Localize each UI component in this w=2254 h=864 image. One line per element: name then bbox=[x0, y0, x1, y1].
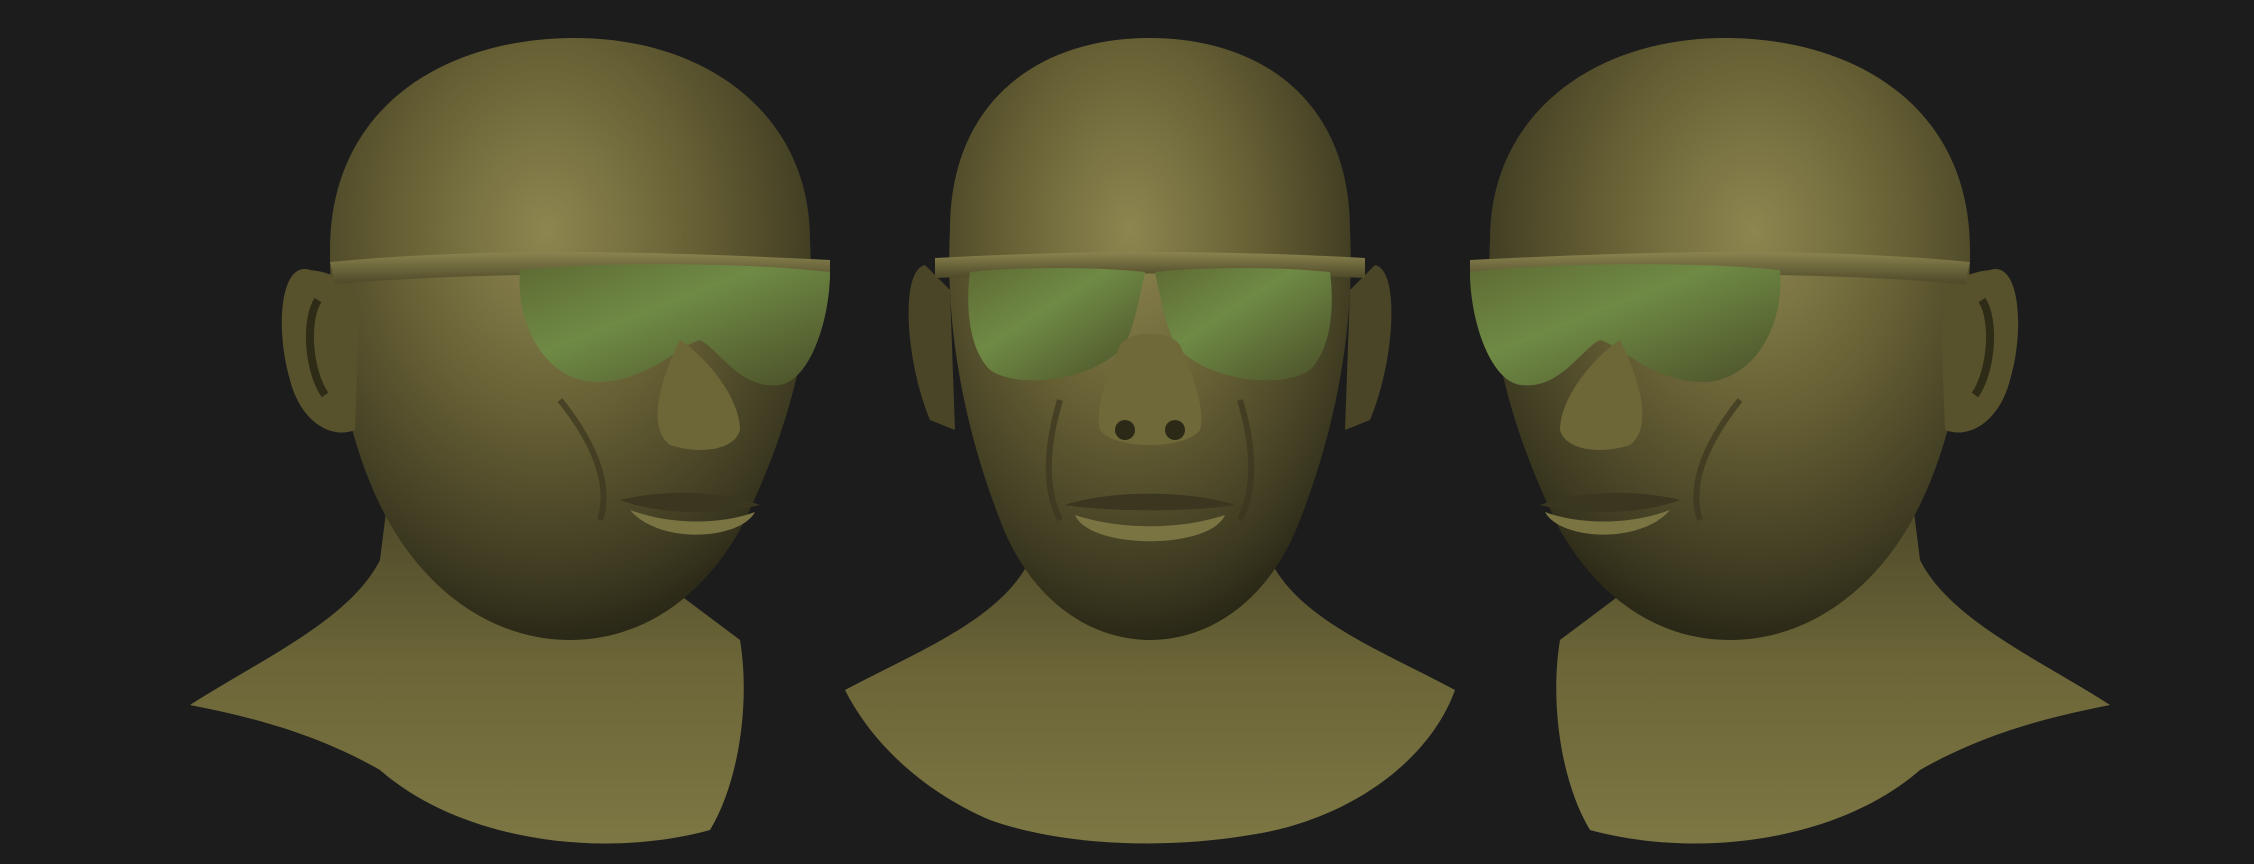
head-bust-three-quarter-left bbox=[180, 0, 860, 864]
render-canvas bbox=[0, 0, 2254, 864]
head-bust-front bbox=[830, 0, 1470, 864]
head-bust-three-quarter-right bbox=[1440, 0, 2120, 864]
